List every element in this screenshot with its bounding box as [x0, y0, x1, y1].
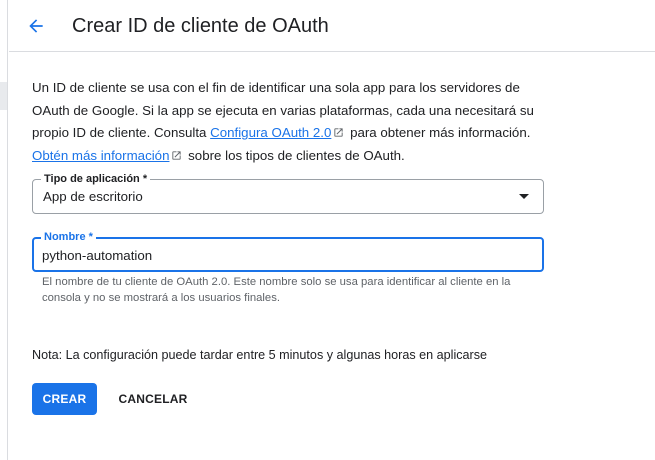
name-hint: El nombre de tu cliente de OAuth 2.0. Es… — [42, 276, 511, 304]
application-type-value: App de escritorio — [43, 189, 143, 204]
name-field[interactable]: Nombre * — [32, 230, 544, 272]
name-label: Nombre * — [41, 230, 96, 244]
application-type-label: Tipo de aplicación * — [41, 172, 151, 186]
configure-oauth-link[interactable]: Configura OAuth 2.0 — [210, 125, 331, 140]
back-button[interactable] — [23, 13, 49, 39]
create-button[interactable]: CREAR — [32, 383, 97, 415]
left-nav-strip — [0, 0, 8, 460]
cancel-button[interactable]: CANCELAR — [111, 383, 195, 415]
description-text-3: sobre los tipos de clientes de OAuth. — [184, 147, 405, 163]
name-input[interactable] — [42, 245, 532, 265]
description: Un ID de cliente se usa con el fin de id… — [32, 77, 552, 167]
left-nav-selected-item[interactable] — [0, 82, 7, 110]
arrow-back-icon — [29, 19, 43, 33]
description-text-2: para obtener más información. — [346, 125, 531, 140]
learn-more-link[interactable]: Obtén más información — [32, 148, 169, 163]
config-note: Nota: La configuración puede tardar entr… — [32, 348, 488, 362]
page-title: Crear ID de cliente de OAuth — [72, 15, 329, 37]
dropdown-arrow-icon — [519, 194, 529, 199]
application-type-select[interactable]: Tipo de aplicación * App de escritorio — [32, 172, 544, 214]
open-in-new-icon — [172, 150, 182, 160]
open-in-new-icon — [334, 128, 343, 137]
page-header: Crear ID de cliente de OAuth — [9, 0, 655, 52]
